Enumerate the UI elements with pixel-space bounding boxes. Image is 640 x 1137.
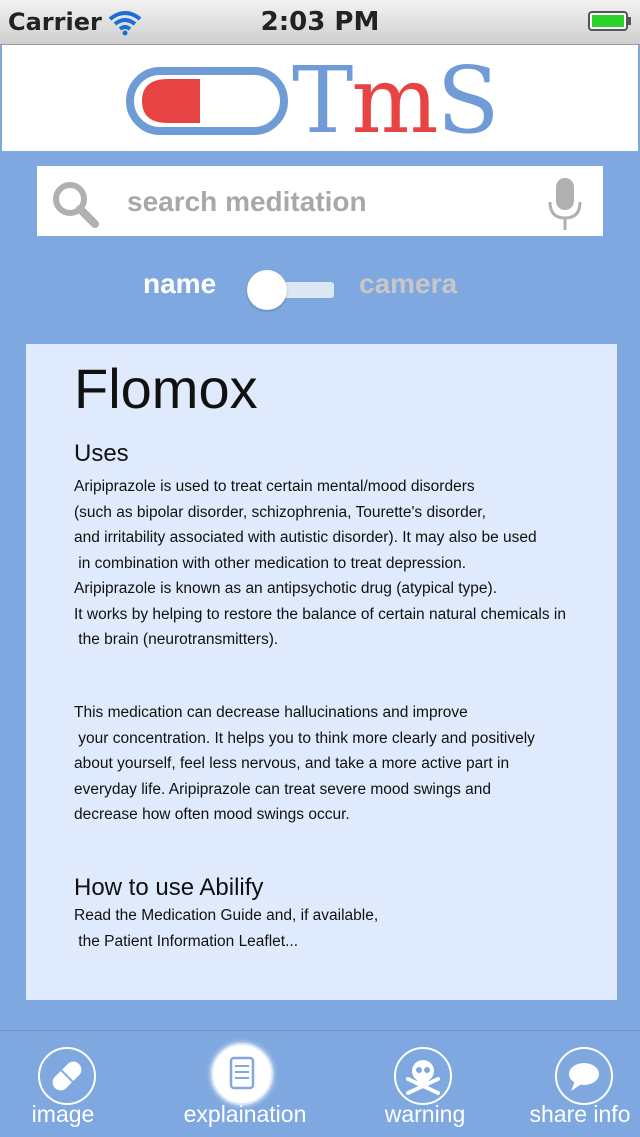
microphone-icon[interactable]: [547, 176, 583, 232]
battery-icon: [588, 11, 631, 31]
clock: 2:03 PM: [260, 7, 380, 37]
skull-crossbones-icon: [394, 1047, 452, 1105]
search-icon[interactable]: [51, 180, 101, 230]
drug-title: Flomox: [74, 357, 258, 420]
document-icon: [211, 1043, 273, 1105]
uses-heading: Uses: [74, 440, 129, 467]
speech-bubble-icon: [555, 1047, 613, 1105]
toggle-label-camera[interactable]: camera: [359, 268, 457, 300]
tab-image[interactable]: image: [0, 1031, 126, 1137]
medication-info-card: Flomox Uses Aripiprazole is used to trea…: [26, 344, 617, 1000]
howto-heading: How to use Abilify: [74, 874, 264, 901]
tab-explaination[interactable]: explaination: [180, 1031, 310, 1137]
status-bar: Carrier 2:03 PM: [0, 0, 640, 45]
toggle-knob[interactable]: [247, 270, 287, 310]
app-header: TmS: [2, 45, 638, 151]
tab-share-info[interactable]: share info: [520, 1031, 640, 1137]
search-bar[interactable]: [37, 166, 603, 238]
tab-label-image: image: [31, 1101, 95, 1127]
toggle-label-name[interactable]: name: [143, 268, 216, 300]
tab-label-explaination: explaination: [183, 1101, 307, 1127]
pill-icon: [38, 1047, 96, 1105]
tab-label-warning: warning: [384, 1101, 466, 1127]
effects-text: This medication can decrease hallucinati…: [74, 704, 535, 823]
search-input[interactable]: [125, 166, 529, 238]
pill-logo-icon: [126, 67, 288, 135]
tab-bar: image explaination warning share info: [0, 1030, 640, 1137]
howto-text: Read the Medication Guide and, if availa…: [74, 907, 379, 950]
tab-label-share-info: share info: [529, 1101, 631, 1127]
tab-warning[interactable]: warning: [370, 1031, 480, 1137]
search-mode-toggle: name camera: [0, 262, 640, 312]
app-logo-text: TmS: [292, 47, 500, 154]
uses-text: Aripiprazole is used to treat certain me…: [74, 478, 566, 648]
